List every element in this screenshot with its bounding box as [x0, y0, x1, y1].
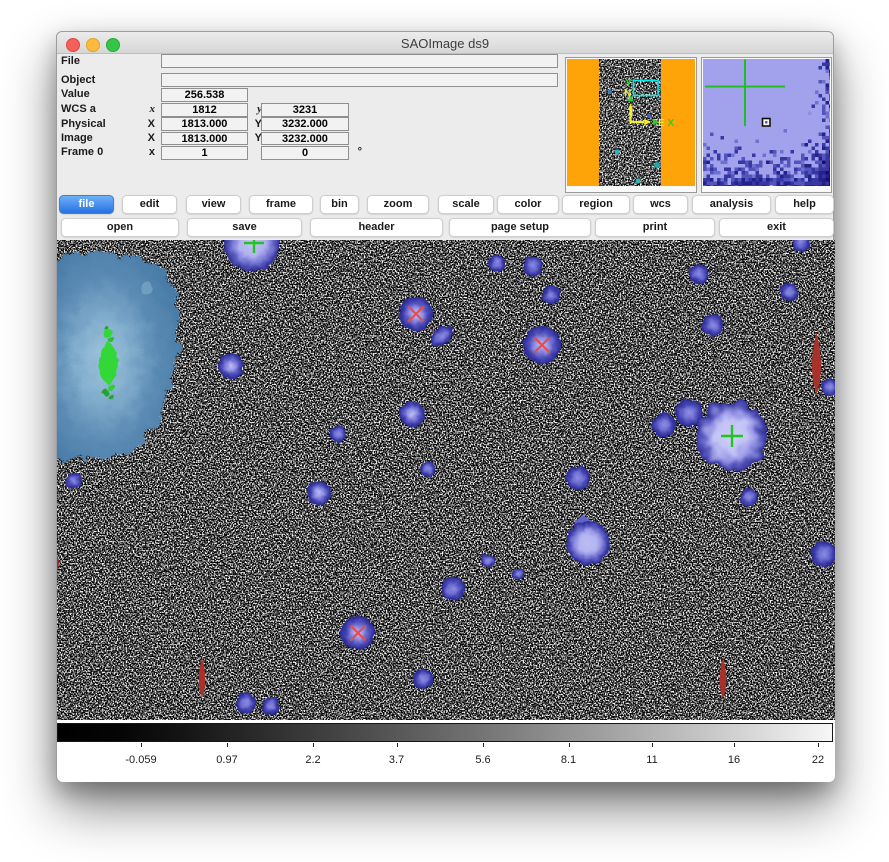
svg-text:E: E [658, 118, 665, 129]
svg-text:X: X [667, 118, 674, 129]
